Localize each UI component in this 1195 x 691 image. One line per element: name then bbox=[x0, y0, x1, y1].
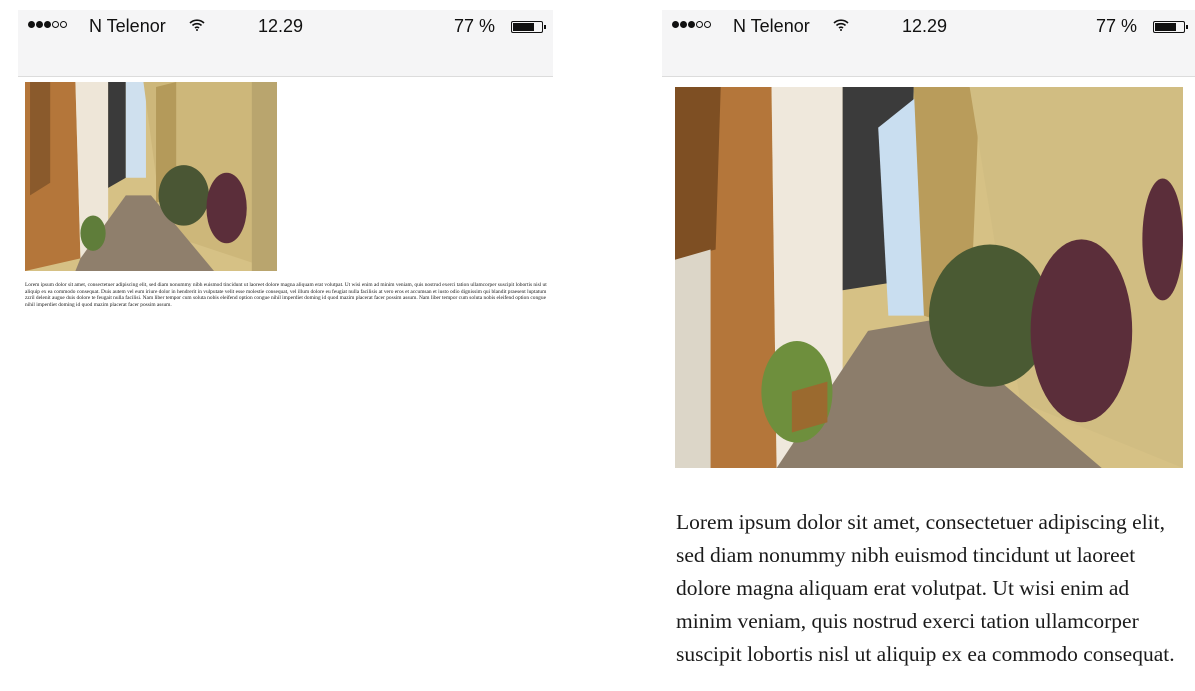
battery-fill bbox=[513, 23, 535, 31]
clock: 12.29 bbox=[902, 16, 948, 36]
signal-dot-empty bbox=[60, 21, 67, 28]
body-paragraph: Lorem ipsum dolor sit amet, consectetuer… bbox=[25, 282, 547, 309]
battery-icon bbox=[511, 21, 546, 33]
signal-dot-empty bbox=[52, 21, 59, 28]
status-bar: N Telenor 12.29 77 % bbox=[662, 10, 1195, 77]
alley-photo bbox=[25, 82, 277, 271]
signal-strength-icon bbox=[672, 21, 711, 28]
signal-dot-filled bbox=[672, 21, 679, 28]
body-paragraph: Lorem ipsum dolor sit amet, consectetuer… bbox=[676, 510, 1175, 666]
wifi-icon bbox=[189, 19, 205, 31]
clock: 12.29 bbox=[258, 16, 304, 36]
signal-dot-filled bbox=[36, 21, 43, 28]
phone-screen-left: N Telenor 12.29 77 % Lorem ipsum dolor s… bbox=[18, 10, 553, 691]
signal-dot-filled bbox=[688, 21, 695, 28]
battery-percent: 77 % bbox=[453, 16, 495, 36]
status-bar: N Telenor 12.29 77 % bbox=[18, 10, 553, 77]
carrier-name: N Telenor bbox=[89, 16, 166, 36]
battery-percent: 77 % bbox=[1095, 16, 1137, 36]
signal-dot-filled bbox=[680, 21, 687, 28]
alley-photo bbox=[675, 87, 1183, 468]
wifi-icon bbox=[833, 19, 849, 31]
signal-dot-empty bbox=[704, 21, 711, 28]
signal-strength-icon bbox=[28, 21, 67, 28]
phone-screen-right: N Telenor 12.29 77 % Lorem ipsum dolor s… bbox=[662, 10, 1195, 691]
signal-dot-filled bbox=[28, 21, 35, 28]
carrier-name: N Telenor bbox=[733, 16, 810, 36]
signal-dot-filled bbox=[44, 21, 51, 28]
battery-fill bbox=[1155, 23, 1177, 31]
alley-photo-image bbox=[675, 87, 1183, 468]
battery-icon bbox=[1153, 21, 1188, 33]
alley-photo-image bbox=[25, 82, 277, 271]
signal-dot-empty bbox=[696, 21, 703, 28]
